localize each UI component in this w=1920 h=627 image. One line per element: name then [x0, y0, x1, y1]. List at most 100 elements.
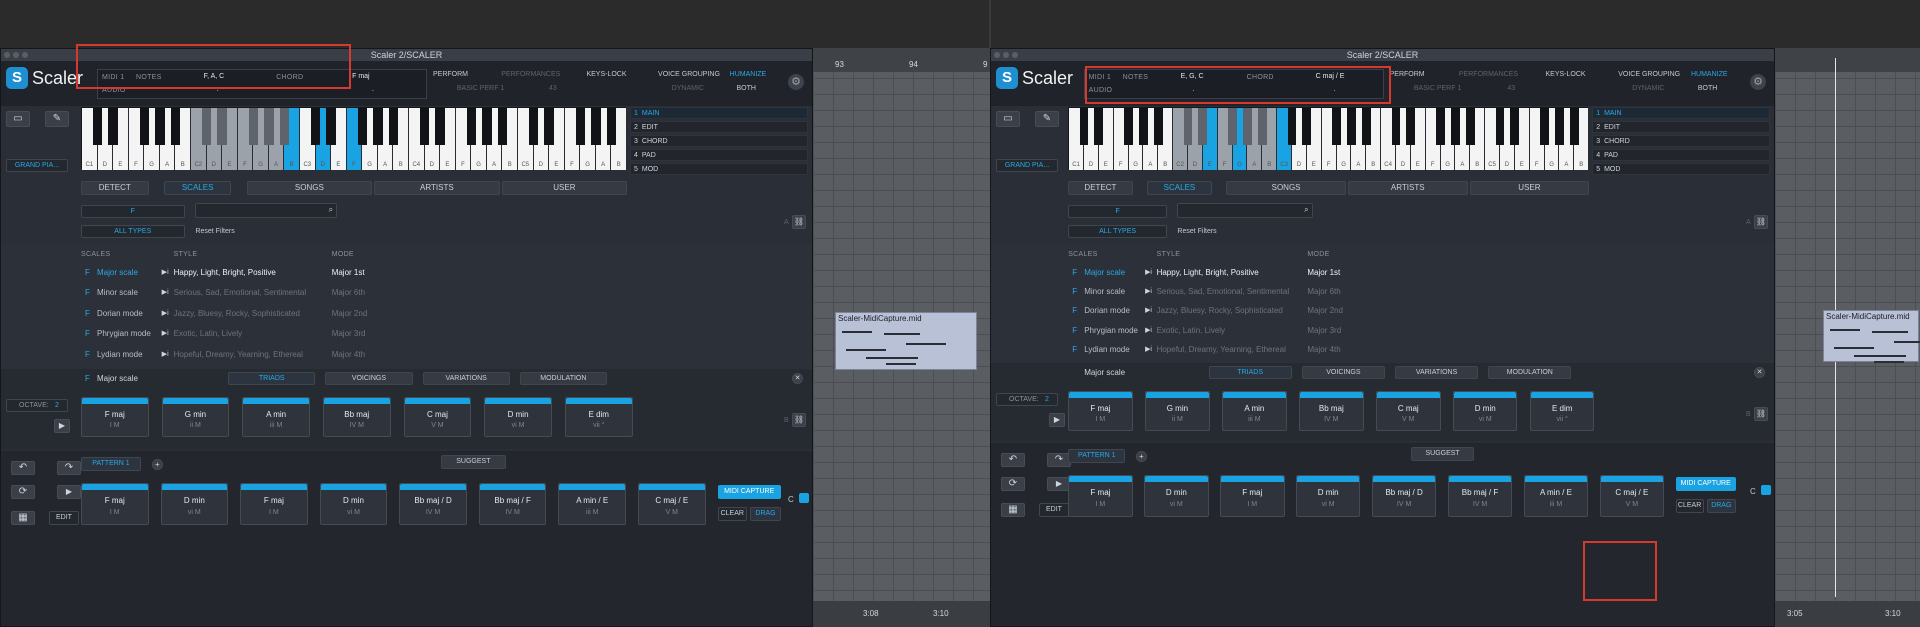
piano-keyboard[interactable]: C1 D E F G A B C2 D E F G A B C3 D E F G A B C4 D E F G A B C5 D E F G A B: [1068, 107, 1590, 170]
list-item[interactable]: F Phrygian mode ▶ i Exotic, Latin, Lively Maj…: [81, 324, 794, 344]
mode-mod[interactable]: 5 MOD: [1592, 163, 1770, 175]
black-key[interactable]: [1347, 108, 1356, 146]
black-key[interactable]: [264, 108, 274, 146]
reset-filters-link[interactable]: Reset Filters: [1177, 228, 1216, 235]
black-key[interactable]: [388, 108, 399, 146]
instrument-brush-icon[interactable]: ✎: [45, 111, 69, 127]
black-key[interactable]: [1391, 108, 1401, 146]
settings-gear-icon[interactable]: ⚙: [1750, 74, 1766, 90]
tab-triads[interactable]: TRIADS: [228, 372, 316, 385]
black-key[interactable]: [1228, 108, 1238, 146]
chord-pad[interactable]: A min iii M: [242, 397, 310, 437]
black-key[interactable]: [1287, 108, 1297, 146]
sequence-chord-pad[interactable]: D min vi M: [160, 483, 229, 525]
black-key[interactable]: [155, 108, 165, 146]
key-select[interactable]: F: [81, 205, 185, 218]
clear-button[interactable]: CLEAR: [717, 507, 747, 521]
search-input[interactable]: ⌕: [1177, 203, 1313, 218]
basic-perf-label[interactable]: BASIC PERF 1: [457, 85, 504, 92]
sequence-chord-pad[interactable]: D min vi M: [1295, 475, 1361, 517]
undo-icon[interactable]: ↶: [11, 461, 35, 475]
sequence-chord-pad[interactable]: F maj I M: [240, 483, 308, 525]
link-a-icon[interactable]: ⛓: [1754, 215, 1768, 229]
list-item[interactable]: F Major scale ▶ i Happy, Light, Bright, Posi…: [81, 263, 794, 283]
basic-perf-label[interactable]: BASIC PERF 1: [1414, 85, 1461, 92]
mode-main[interactable]: 1 MAIN: [1592, 107, 1770, 119]
mode-pad[interactable]: 4 PAD: [630, 149, 808, 161]
type-select[interactable]: ALL TYPES: [81, 225, 185, 238]
close-icon[interactable]: ✕: [792, 373, 803, 384]
window-dot[interactable]: [994, 52, 1000, 58]
black-key[interactable]: [544, 108, 554, 146]
black-key[interactable]: [217, 108, 227, 146]
info-icon[interactable]: i: [167, 304, 169, 324]
midi-source-label[interactable]: MIDI 1: [1089, 74, 1111, 81]
audio-source-label[interactable]: AUDIO: [1089, 87, 1113, 94]
black-key[interactable]: [170, 108, 181, 146]
list-item[interactable]: F Major scale ▶ i Happy, Light, Bright, Posi…: [1068, 263, 1756, 282]
humanize-label[interactable]: HUMANIZE: [730, 71, 767, 78]
chord-pad[interactable]: C maj V M: [1376, 391, 1441, 431]
list-item[interactable]: F Lydian mode ▶ i Hopeful, Dreamy, Yearning,…: [1068, 340, 1756, 359]
link-b-icon[interactable]: ⛓: [792, 413, 806, 427]
tab-songs[interactable]: SONGS: [246, 181, 373, 195]
tab-triads[interactable]: TRIADS: [1208, 366, 1292, 379]
black-key[interactable]: [1465, 108, 1475, 146]
drag-button[interactable]: DRAG: [750, 507, 781, 521]
undo-icon[interactable]: ↶: [1001, 453, 1025, 467]
perform-label[interactable]: PERFORM: [1390, 71, 1425, 78]
sequence-chord-pad[interactable]: Bb maj / F IV M: [478, 483, 547, 525]
play-button[interactable]: ▶: [54, 419, 70, 433]
midi-clip[interactable]: Scaler-MidiCapture.mid: [1823, 310, 1920, 363]
both-select[interactable]: BOTH: [1698, 85, 1717, 92]
list-item[interactable]: F Minor scale ▶ i Serious, Sad, Emotional, S…: [81, 283, 794, 303]
sequence-chord-pad[interactable]: A min / E iii M: [1523, 475, 1589, 517]
black-key[interactable]: [201, 108, 212, 146]
list-item[interactable]: F Dorian mode ▶ i Jazzy, Bluesy, Rocky, Soph…: [81, 304, 794, 324]
black-key[interactable]: [108, 108, 118, 146]
info-icon[interactable]: i: [167, 324, 169, 344]
tab-detect[interactable]: DETECT: [81, 181, 149, 195]
tab-detect[interactable]: DETECT: [1068, 181, 1133, 195]
add-pattern-button[interactable]: +: [151, 459, 163, 470]
black-key[interactable]: [1257, 108, 1267, 146]
tab-modulation[interactable]: MODULATION: [519, 372, 607, 385]
list-item[interactable]: F Lydian mode ▶ i Hopeful, Dreamy, Yearning,…: [81, 345, 794, 365]
humanize-label[interactable]: HUMANIZE: [1691, 71, 1728, 78]
black-key[interactable]: [1555, 108, 1564, 146]
black-key[interactable]: [373, 108, 383, 146]
info-icon[interactable]: i: [1150, 282, 1152, 301]
suggest-button[interactable]: SUGGEST: [440, 455, 507, 469]
voice-grouping-label[interactable]: VOICE GROUPING: [658, 71, 720, 78]
tab-variations[interactable]: VARIATIONS: [1395, 366, 1479, 379]
tab-modulation[interactable]: MODULATION: [1488, 366, 1572, 379]
black-key[interactable]: [1243, 108, 1252, 146]
black-key[interactable]: [1124, 108, 1134, 146]
sequence-chord-pad[interactable]: Bb maj / F IV M: [1447, 475, 1513, 517]
black-key[interactable]: [575, 108, 585, 146]
info-icon[interactable]: i: [167, 263, 169, 283]
link-a-icon[interactable]: ⛓: [792, 215, 806, 229]
sequence-chord-pad[interactable]: A min / E iii M: [558, 483, 626, 525]
play-button[interactable]: ▶: [1049, 413, 1065, 427]
keyboard-view-icon[interactable]: ▭: [996, 111, 1020, 127]
chord-pad[interactable]: Bb maj IV M: [1299, 391, 1364, 431]
both-select[interactable]: BOTH: [736, 85, 755, 92]
tab-variations[interactable]: VARIATIONS: [422, 372, 510, 385]
black-key[interactable]: [482, 108, 492, 146]
info-icon[interactable]: i: [167, 283, 169, 303]
info-icon[interactable]: i: [1150, 301, 1152, 320]
midi-clip[interactable]: Scaler-MidiCapture.mid: [835, 312, 977, 370]
info-icon[interactable]: i: [1150, 263, 1152, 282]
black-key[interactable]: [248, 108, 258, 146]
black-key[interactable]: [606, 108, 617, 146]
tab-voicings[interactable]: VOICINGS: [325, 372, 413, 385]
midi-capture-button[interactable]: MIDI CAPTURE: [717, 485, 781, 499]
tab-songs[interactable]: SONGS: [1226, 181, 1346, 195]
search-icon[interactable]: ⌕: [329, 205, 333, 215]
black-key[interactable]: [1436, 108, 1446, 146]
mode-mod[interactable]: 5 MOD: [630, 163, 808, 175]
mode-edit[interactable]: 2 EDIT: [630, 121, 808, 133]
add-pattern-button[interactable]: +: [1135, 451, 1147, 462]
loop-icon[interactable]: ⟳: [11, 485, 35, 499]
